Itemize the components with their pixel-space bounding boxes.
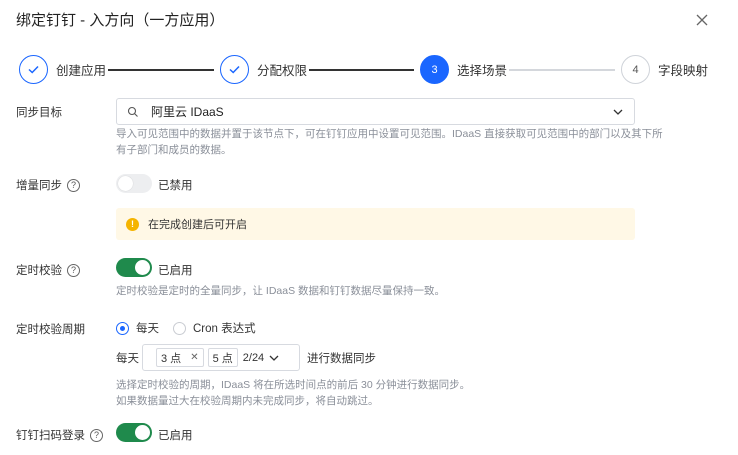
chevron-down-icon	[269, 355, 279, 361]
time-multiselect[interactable]: 3 点 ✕ 5 点 2/24	[142, 344, 300, 371]
step-number: 3	[420, 55, 449, 84]
search-icon	[127, 106, 138, 117]
check-icon	[220, 55, 249, 84]
step-assign-permissions: 分配权限	[220, 55, 307, 84]
scheduled-check-label: 定时校验 ?	[16, 262, 80, 278]
schedule-prefix: 每天	[116, 353, 139, 365]
help-icon[interactable]: ?	[67, 263, 80, 277]
time-tag: 3 点 ✕	[156, 348, 204, 367]
selection-count: 2/24	[242, 351, 265, 364]
step-label: 创建应用	[56, 64, 107, 78]
incremental-sync-status: 已禁用	[158, 180, 193, 192]
close-icon[interactable]: ✕	[190, 352, 198, 363]
scheduled-check-toggle[interactable]	[116, 258, 152, 277]
step-select-scenario: 3 选择场景	[420, 55, 507, 84]
warning-icon: !	[126, 217, 139, 231]
scheduled-check-status: 已启用	[158, 265, 193, 277]
step-field-mapping: 4 字段映射	[621, 55, 708, 84]
qr-login-status: 已启用	[158, 430, 193, 442]
help-icon[interactable]: ?	[90, 428, 103, 442]
incremental-sync-label: 增量同步 ?	[16, 177, 80, 193]
step-label: 字段映射	[658, 64, 709, 78]
incremental-sync-toggle[interactable]	[116, 174, 152, 193]
check-icon	[19, 55, 48, 84]
qr-login-label: 钉钉扫码登录 ?	[16, 427, 103, 443]
step-label: 选择场景	[457, 64, 508, 78]
schedule-suffix: 进行数据同步	[307, 353, 376, 365]
check-period-label: 定时校验周期	[16, 324, 85, 336]
dialog-title: 绑定钉钉 - 入方向（一方应用）	[16, 12, 225, 29]
sync-target-value: 阿里云 IDaaS	[151, 105, 224, 119]
step-connector	[509, 69, 615, 71]
step-connector	[309, 69, 414, 71]
incremental-sync-alert: ! 在完成创建后可开启	[116, 208, 635, 240]
check-period-hint: 选择定时校验的周期，IDaaS 将在所选时间点的前后 30 分钟进行数据同步。 …	[116, 379, 471, 407]
sync-target-hint: 导入可见范围中的数据并置于该节点下，可在钉钉应用中设置可见范围。IDaaS 直接…	[116, 128, 663, 156]
sync-target-label: 同步目标	[16, 107, 62, 119]
radio-cron[interactable]: Cron 表达式	[173, 320, 256, 336]
help-icon[interactable]: ?	[67, 178, 80, 192]
step-create-app: 创建应用	[19, 55, 106, 84]
qr-login-toggle[interactable]	[116, 423, 152, 442]
radio-daily[interactable]: 每天	[116, 320, 159, 336]
close-icon[interactable]	[692, 10, 712, 30]
sync-target-select[interactable]: 阿里云 IDaaS	[116, 98, 635, 125]
step-label: 分配权限	[257, 64, 308, 78]
step-connector	[108, 69, 214, 71]
chevron-down-icon	[613, 109, 623, 115]
step-number: 4	[621, 55, 650, 84]
time-tag: 5 点	[207, 348, 238, 367]
scheduled-check-hint: 定时校验是定时的全量同步，让 IDaaS 数据和钉钉数据尽量保持一致。	[116, 285, 446, 297]
